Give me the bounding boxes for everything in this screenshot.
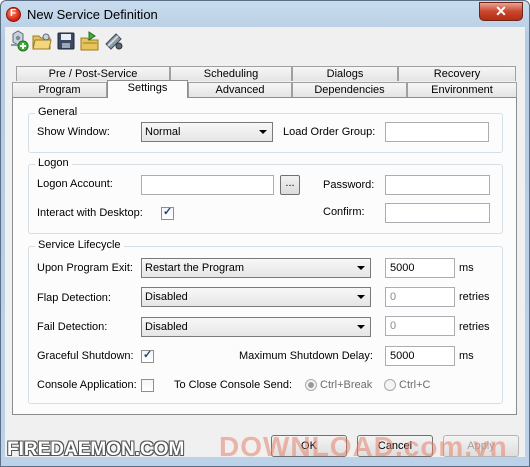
browse-account-button[interactable]: ... [280,175,300,195]
tab-scheduling[interactable]: Scheduling [170,66,292,81]
restart-delay-input[interactable]: 5000 [385,258,455,278]
fail-retries-input[interactable]: 0 [385,316,455,336]
logon-account-input[interactable] [141,175,274,195]
show-window-value: Normal [145,126,181,138]
ctrl-break-radio[interactable] [305,379,317,391]
load-order-group-input[interactable] [385,122,489,142]
firedaemon-app-icon [6,7,21,22]
tab-program[interactable]: Program [12,82,107,97]
confirm-password-input[interactable] [385,203,490,223]
service-lifecycle-group-title: Service Lifecycle [35,239,124,251]
close-button[interactable]: ✕ [479,2,523,21]
flap-detection-label: Flap Detection: [37,292,111,304]
fail-detection-select[interactable]: Disabled [141,317,371,337]
chevron-down-icon [357,266,365,270]
flap-detection-value: Disabled [145,291,188,303]
interact-desktop-checkbox[interactable] [161,205,174,220]
firedaemon-watermark: FIREDAEMON.COM [7,439,185,460]
toolbar [5,27,525,56]
fail-detection-value: Disabled [145,321,188,333]
max-shutdown-delay-unit: ms [459,350,474,362]
graceful-shutdown-checkbox[interactable] [141,348,154,363]
fail-retries-unit: retries [459,321,490,333]
new-icon[interactable] [7,30,29,52]
show-window-select[interactable]: Normal [141,122,273,142]
load-order-group-label: Load Order Group: [283,126,376,138]
logon-account-label: Logon Account: [37,178,113,190]
tab-dialogs[interactable]: Dialogs [292,66,398,81]
chevron-down-icon [259,130,267,134]
tab-advanced[interactable]: Advanced [188,82,292,97]
close-console-send-label: To Close Console Send: [174,379,293,391]
console-application-label: Console Application: [37,379,137,391]
console-application-checkbox[interactable] [141,379,154,392]
tab-row-lower: Program Settings Advanced Dependencies E… [12,80,517,98]
chevron-down-icon [357,325,365,329]
settings-panel: General Show Window: Normal Load Order G… [12,97,517,415]
flap-retries-input[interactable]: 0 [385,287,455,307]
logon-group-title: Logon [35,157,72,169]
upon-exit-value: Restart the Program [145,262,245,274]
upon-exit-label: Upon Program Exit: [37,262,133,274]
interact-desktop-label: Interact with Desktop: [37,207,143,219]
export-icon[interactable] [79,30,101,52]
show-window-label: Show Window: [37,126,110,138]
tab-dependencies[interactable]: Dependencies [292,82,407,97]
tab-settings[interactable]: Settings [107,80,188,98]
open-icon[interactable] [31,30,53,52]
tab-pre-post-service[interactable]: Pre / Post-Service [16,66,170,81]
graceful-shutdown-label: Graceful Shutdown: [37,350,134,362]
save-icon[interactable] [55,30,77,52]
password-input[interactable] [385,175,490,195]
tools-icon[interactable] [103,30,125,52]
general-group-title: General [35,106,81,118]
max-shutdown-delay-label: Maximum Shutdown Delay: [239,350,373,362]
download-watermark: DOWNLOAD.com.vn [219,431,508,462]
ctrl-c-radio[interactable] [384,379,396,391]
title-bar[interactable]: New Service Definition ✕ [1,1,529,27]
tab-recovery[interactable]: Recovery [398,66,516,81]
max-shutdown-delay-input[interactable]: 5000 [385,346,455,366]
tab-row-upper: Pre / Post-Service Scheduling Dialogs Re… [16,66,516,82]
service-definition-window: New Service Definition ✕ [0,0,530,467]
flap-retries-unit: retries [459,291,490,303]
restart-delay-unit: ms [459,262,474,274]
confirm-label: Confirm: [323,206,365,218]
tab-environment[interactable]: Environment [407,82,517,97]
upon-exit-select[interactable]: Restart the Program [141,258,371,278]
password-label: Password: [323,179,375,191]
ctrl-c-label: Ctrl+C [399,379,431,391]
ctrl-break-label: Ctrl+Break [320,379,373,391]
flap-detection-select[interactable]: Disabled [141,287,371,307]
window-title: New Service Definition [27,7,158,22]
chevron-down-icon [357,295,365,299]
fail-detection-label: Fail Detection: [37,321,108,333]
